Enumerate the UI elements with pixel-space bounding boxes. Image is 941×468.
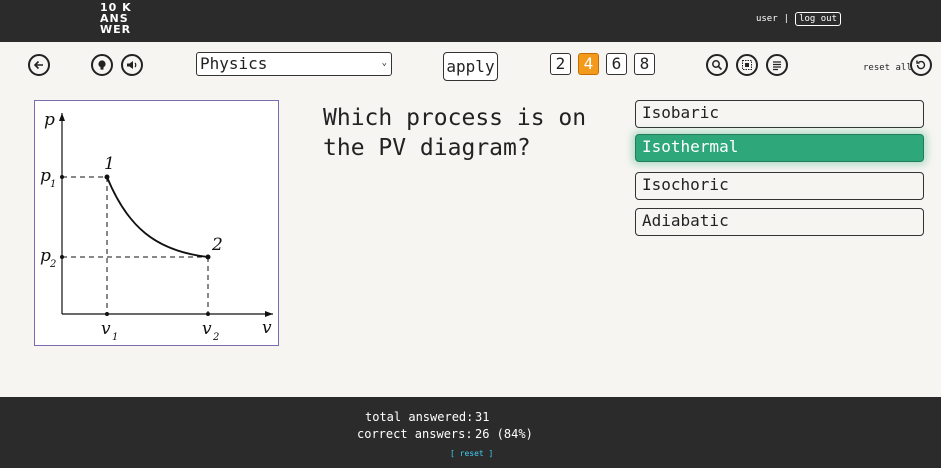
x-axis-label: v (262, 318, 272, 338)
point-2-label: 2 (211, 235, 223, 255)
correct-answers-label: correct answers: (357, 427, 473, 441)
pv-diagram-svg: p v p 1 p 2 v 1 v 2 1 2 (40, 110, 273, 343)
v1-label: v (101, 319, 111, 339)
grid-icon (742, 60, 752, 70)
process-curve (106, 176, 209, 258)
text-button[interactable] (766, 54, 788, 76)
logo-line-3: WER (100, 23, 132, 36)
separator: | (783, 14, 790, 24)
zoom-icon (712, 60, 723, 71)
y-axis-label: p (44, 110, 55, 130)
lightbulb-icon (98, 60, 106, 70)
reset-all-label[interactable]: reset all (863, 63, 912, 73)
p1-tick (60, 175, 64, 179)
logo[interactable]: 10 K ANS WER (100, 2, 132, 35)
v1-tick (105, 312, 109, 316)
count-option-6[interactable]: 6 (606, 53, 627, 75)
answer-option[interactable]: Isobaric (635, 100, 924, 128)
total-answered-label: total answered: (365, 410, 474, 424)
text-lines-icon (773, 61, 781, 71)
subject-select[interactable]: Physics ⌄ (196, 52, 392, 76)
answer-option-selected[interactable]: Isothermal (635, 134, 924, 162)
p1-subscript: 1 (50, 179, 56, 190)
username: user (755, 14, 778, 24)
logout-button[interactable]: log out (795, 12, 841, 26)
apply-button[interactable]: apply (443, 52, 498, 81)
reset-stats-link[interactable]: [ reset ] (450, 449, 493, 458)
point-1 (104, 174, 110, 180)
count-option-8[interactable]: 8 (634, 53, 655, 75)
answer-option[interactable]: Adiabatic (635, 208, 924, 236)
v2-label: v (202, 319, 212, 339)
reset-all-button[interactable] (910, 54, 932, 76)
speaker-icon (127, 61, 137, 69)
count-option-2[interactable]: 2 (550, 53, 571, 75)
chevron-down-icon: ⌄ (381, 58, 387, 68)
count-option-4[interactable]: 4 (578, 53, 599, 75)
sound-button[interactable] (121, 54, 143, 76)
v2-subscript: 2 (212, 332, 219, 343)
reset-icon (916, 60, 926, 70)
v-axis-arrow (265, 311, 273, 317)
hint-button[interactable] (91, 54, 113, 76)
subject-value: Physics (200, 54, 268, 73)
zoom-button[interactable] (706, 54, 728, 76)
user-box: user | log out (756, 12, 841, 26)
v2-tick (206, 312, 210, 316)
point-2 (205, 254, 211, 260)
p2-subscript: 2 (49, 259, 56, 270)
back-button[interactable] (28, 54, 50, 76)
total-answered-value: 31 (475, 410, 490, 424)
grid-button[interactable] (736, 54, 758, 76)
back-arrow-icon (33, 60, 43, 70)
pv-diagram: p v p 1 p 2 v 1 v 2 1 2 (34, 100, 279, 346)
p-axis-arrow (59, 113, 65, 121)
top-bar: 10 K ANS WER user | log out (0, 0, 941, 42)
correct-answers-value: 26 (84%) (475, 427, 533, 441)
p2-tick (60, 255, 64, 259)
point-1-label: 1 (104, 154, 115, 174)
answer-option[interactable]: Isochoric (635, 172, 924, 200)
footer: total answered: 31 correct answers: 26 (… (0, 397, 941, 468)
v1-subscript: 1 (112, 332, 118, 343)
question-text: Which process is on the PV diagram? (323, 105, 587, 161)
